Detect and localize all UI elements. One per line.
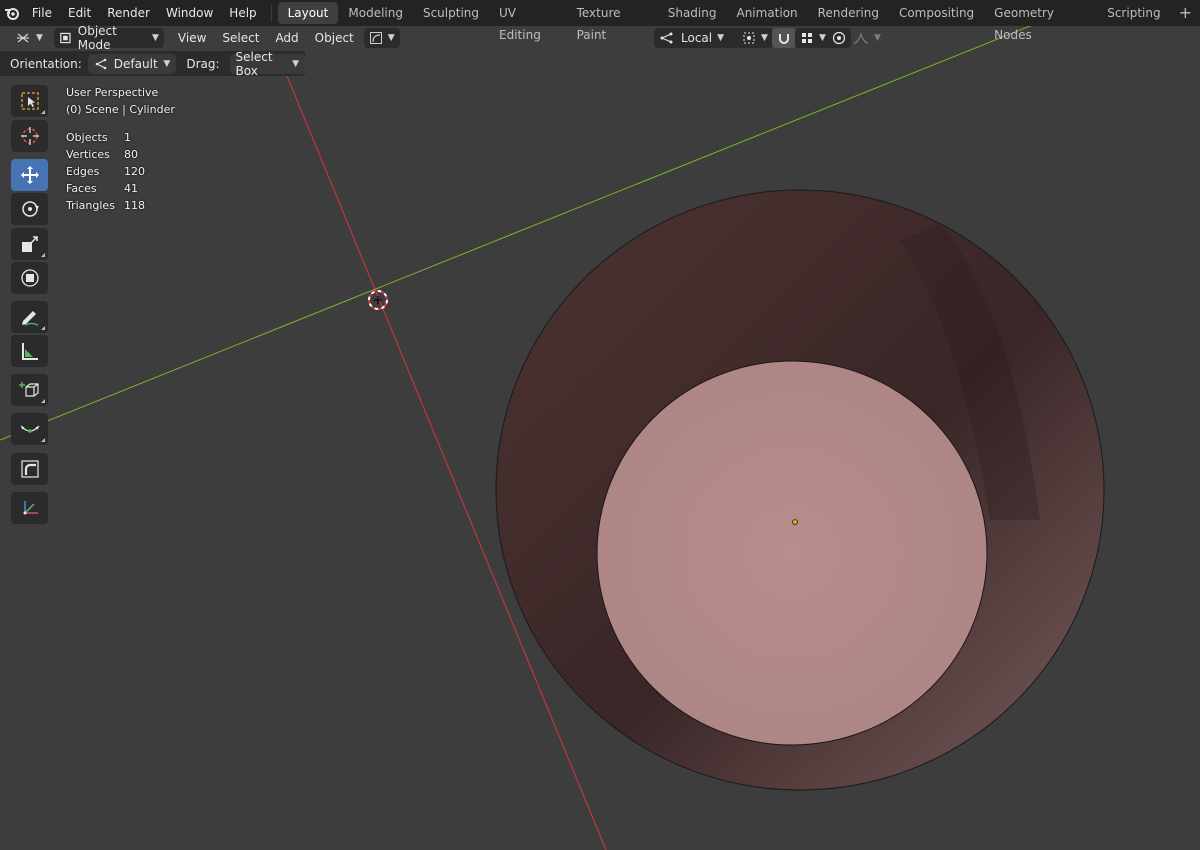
tab-shading[interactable]: Shading xyxy=(658,2,727,24)
annotate-icon xyxy=(21,311,38,326)
editor-type-button[interactable]: ▼ xyxy=(10,28,48,48)
tool-shear[interactable] xyxy=(11,413,48,445)
tool-annotate[interactable] xyxy=(11,301,48,333)
chevron-down-icon: ▼ xyxy=(874,33,881,43)
chevron-down-icon: ▼ xyxy=(163,58,171,69)
menu-divider xyxy=(270,4,272,22)
tab-modeling[interactable]: Modeling xyxy=(338,2,413,24)
move-icon xyxy=(20,166,39,184)
measure-icon xyxy=(21,343,38,360)
tool-transform[interactable] xyxy=(11,262,48,294)
magnet-icon xyxy=(779,34,789,44)
drag-setting-label: Drag: xyxy=(186,56,220,71)
blender-logo-icon[interactable] xyxy=(0,0,24,26)
menu-object[interactable]: Object xyxy=(307,28,362,48)
tab-sculpting[interactable]: Sculpting xyxy=(413,2,489,24)
axes-icon xyxy=(23,501,38,515)
cursor-icon xyxy=(20,127,39,145)
snap-grid-icon xyxy=(802,33,812,43)
object-origin-dot xyxy=(792,519,798,525)
tab-uv-editing[interactable]: UV Editing xyxy=(489,2,567,42)
menu-window[interactable]: Window xyxy=(158,0,221,26)
orientation-label: Local xyxy=(681,31,713,45)
drag-setting-dropdown[interactable]: Select Box ▼ xyxy=(229,50,305,78)
orientation-setting-dropdown[interactable]: Default ▼ xyxy=(87,53,177,74)
viewport-header: ▼ Object Mode ▼ View Select Add Object ▼… xyxy=(0,24,1200,52)
tab-compositing[interactable]: Compositing xyxy=(889,2,984,24)
scale-icon xyxy=(21,236,38,252)
drag-setting-value: Select Box xyxy=(235,49,273,78)
top-menu-bar: File Edit Render Window Help Layout Mode… xyxy=(0,0,1200,42)
mode-label: Object Mode xyxy=(77,24,117,52)
chevron-down-icon: ▼ xyxy=(36,33,43,43)
falloff-dropdown[interactable]: ▼ xyxy=(848,28,886,48)
tab-texture-paint[interactable]: Texture Paint xyxy=(567,2,658,42)
snap-target-dropdown[interactable]: ▼ xyxy=(795,28,831,48)
tool-bend[interactable] xyxy=(11,453,48,485)
stat-row-triangles: Triangles 118 xyxy=(66,199,145,212)
orientation-setting-label: Orientation: xyxy=(10,56,82,71)
proportional-editing-icon xyxy=(832,31,846,45)
pivot-icon xyxy=(743,32,755,44)
tool-settings-bar: Orientation: Default ▼ Drag: Select Box … xyxy=(0,50,305,78)
tool-cursor[interactable] xyxy=(11,120,48,152)
menu-view[interactable]: View xyxy=(170,28,214,48)
tool-select-box[interactable] xyxy=(11,85,48,117)
menu-add[interactable]: Add xyxy=(267,28,306,48)
orientation-icon xyxy=(95,58,107,69)
view-name: User Perspective xyxy=(66,86,159,99)
stat-row-faces: Faces 41 xyxy=(66,182,138,195)
scene-info: (0) Scene | Cylinder xyxy=(66,103,175,116)
orientation-icon xyxy=(660,32,673,44)
curve-icon xyxy=(369,32,382,44)
snap-toggle[interactable] xyxy=(772,28,796,48)
editor-type-icon xyxy=(17,33,29,43)
transform-orientation-dropdown[interactable]: Local ▼ xyxy=(654,28,740,48)
viewport-info-overlay: User Perspective (0) Scene | Cylinder Ob… xyxy=(66,84,175,214)
tool-measure[interactable] xyxy=(11,335,48,367)
select-box-icon xyxy=(20,92,39,110)
orientation-setting-value: Default xyxy=(113,56,158,71)
pivot-point-dropdown[interactable]: ▼ xyxy=(737,28,773,48)
transform-icon xyxy=(20,269,39,287)
tab-layout[interactable]: Layout xyxy=(277,2,339,24)
stat-row-vertices: Vertices 80 xyxy=(66,148,138,161)
bend-icon xyxy=(20,460,39,478)
tab-scripting[interactable]: Scripting xyxy=(1097,2,1170,24)
menu-select[interactable]: Select xyxy=(214,28,267,48)
scene-statistics: Objects 1 Vertices 80 Edges 120 Faces 41 Tri… xyxy=(66,129,175,214)
chevron-down-icon: ▼ xyxy=(717,33,725,43)
tool-rotate[interactable] xyxy=(11,193,48,225)
menu-file[interactable]: File xyxy=(24,0,60,26)
chevron-down-icon: ▼ xyxy=(152,33,159,43)
cylinder-object[interactable] xyxy=(495,189,1105,791)
tool-transform-axes[interactable] xyxy=(11,492,48,524)
chevron-down-icon: ▼ xyxy=(761,33,768,43)
chevron-down-icon: ▼ xyxy=(292,58,299,69)
shear-icon xyxy=(20,425,39,433)
chevron-down-icon: ▼ xyxy=(387,33,395,43)
rotate-icon xyxy=(21,201,39,217)
chevron-down-icon: ▼ xyxy=(819,33,826,43)
add-cube-icon xyxy=(18,382,39,397)
tab-animation[interactable]: Animation xyxy=(726,2,807,24)
tab-rendering[interactable]: Rendering xyxy=(808,2,889,24)
menu-help[interactable]: Help xyxy=(221,0,264,26)
menu-render[interactable]: Render xyxy=(99,0,158,26)
falloff-curve-icon xyxy=(853,32,869,44)
object-mode-icon xyxy=(60,32,71,44)
mode-dropdown[interactable]: Object Mode ▼ xyxy=(53,24,164,52)
menu-edit[interactable]: Edit xyxy=(60,0,99,26)
stat-row-edges: Edges 120 xyxy=(66,165,145,178)
tool-add-cube[interactable] xyxy=(11,374,48,406)
3d-viewport[interactable] xyxy=(0,0,1200,850)
tool-move[interactable] xyxy=(11,159,48,191)
gizmo-dropdown[interactable]: ▼ xyxy=(363,28,400,48)
tab-geometry-nodes[interactable]: Geometry Nodes xyxy=(984,2,1097,42)
stat-row-objects: Objects 1 xyxy=(66,131,131,144)
tool-scale[interactable] xyxy=(11,228,48,260)
add-workspace-button[interactable]: + xyxy=(1171,2,1200,24)
